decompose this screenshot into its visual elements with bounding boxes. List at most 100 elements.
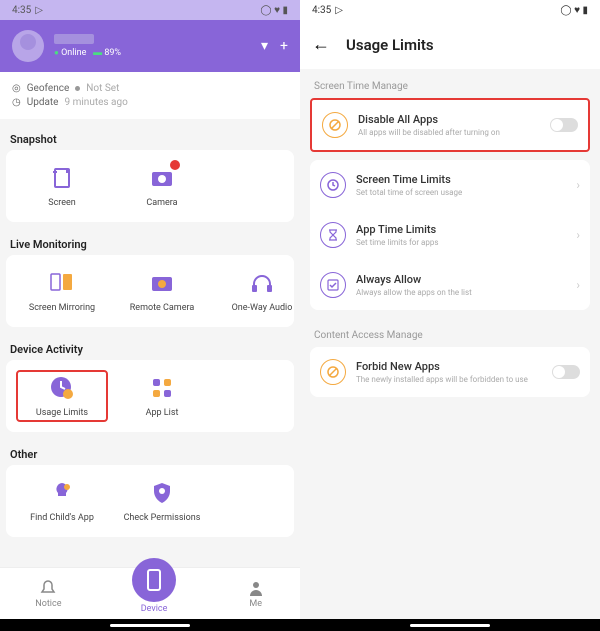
snapshot-camera[interactable]: Camera bbox=[116, 160, 208, 212]
update-value: 9 minutes ago bbox=[65, 97, 128, 108]
snapshot-screen-label: Screen bbox=[48, 198, 76, 208]
dropdown-icon[interactable]: ▾ bbox=[261, 38, 268, 54]
back-icon[interactable]: ← bbox=[312, 34, 330, 55]
row-title: Always Allow bbox=[356, 273, 566, 286]
nav-me-label: Me bbox=[249, 599, 262, 609]
device-usage-limits[interactable]: Usage Limits bbox=[16, 370, 108, 422]
applist-icon bbox=[148, 374, 176, 402]
shield-icon bbox=[148, 479, 176, 507]
other-permissions[interactable]: Check Permissions bbox=[116, 475, 208, 527]
forbid-apps-card: Forbid New Apps The newly installed apps… bbox=[310, 347, 590, 397]
row-title: Forbid New Apps bbox=[356, 360, 542, 373]
avatar[interactable] bbox=[12, 30, 44, 62]
toggle-disable-apps[interactable] bbox=[550, 118, 578, 132]
forbid-icon bbox=[320, 359, 346, 385]
page-title: Usage Limits bbox=[346, 36, 434, 54]
row-app-time-limits[interactable]: App Time Limits Set time limits for apps… bbox=[310, 210, 590, 260]
chevron-right-icon: › bbox=[576, 278, 580, 292]
status-icons: ◯ ♥ ▮ bbox=[260, 5, 288, 16]
status-time-right: 4:35 bbox=[312, 5, 331, 16]
device-applist-label: App List bbox=[146, 408, 179, 418]
nav-me[interactable]: Me bbox=[247, 579, 265, 609]
nav-notice-label: Notice bbox=[35, 599, 61, 609]
camera-icon bbox=[148, 164, 176, 192]
row-sub: Always allow the apps on the list bbox=[356, 288, 566, 297]
row-title: Disable All Apps bbox=[358, 113, 540, 126]
row-title: App Time Limits bbox=[356, 223, 566, 236]
section-screen-time: Screen Time Manage bbox=[300, 69, 600, 98]
section-title-device: Device Activity bbox=[6, 335, 294, 360]
device-card: Usage Limits App List bbox=[6, 360, 294, 432]
row-sub: The newly installed apps will be forbidd… bbox=[356, 375, 542, 384]
other-permissions-label: Check Permissions bbox=[124, 513, 201, 523]
section-title-live: Live Monitoring bbox=[6, 230, 294, 255]
nav-bar-bottom bbox=[0, 619, 300, 631]
home-indicator[interactable] bbox=[110, 624, 190, 627]
row-disable-apps[interactable]: Disable All Apps All apps will be disabl… bbox=[312, 100, 588, 150]
time-limits-card: Screen Time Limits Set total time of scr… bbox=[310, 160, 590, 310]
hourglass-icon bbox=[320, 222, 346, 248]
status-bar-right: 4:35 ▷ ◯ ♥ ▮ bbox=[300, 0, 600, 20]
lightbulb-icon bbox=[48, 479, 76, 507]
row-sub: Set total time of screen usage bbox=[356, 188, 566, 197]
section-content-access: Content Access Manage bbox=[300, 318, 600, 347]
online-label: Online bbox=[61, 48, 86, 58]
home-indicator[interactable] bbox=[410, 624, 490, 627]
geofence-label: Geofence bbox=[27, 83, 70, 94]
geofence-value: Not Set bbox=[86, 83, 119, 94]
row-screen-time-limits[interactable]: Screen Time Limits Set total time of scr… bbox=[310, 160, 590, 210]
toggle-forbid-apps[interactable] bbox=[552, 365, 580, 379]
live-audio[interactable]: One-Way Audio bbox=[216, 265, 300, 317]
phone-icon bbox=[145, 568, 163, 592]
row-title: Screen Time Limits bbox=[356, 173, 566, 186]
profile-name-redacted bbox=[54, 34, 94, 44]
clock-icon bbox=[320, 172, 346, 198]
update-label: Update bbox=[27, 97, 59, 108]
geofence-icon: ◎ bbox=[12, 83, 21, 94]
dot-icon bbox=[75, 86, 80, 91]
other-findapp-label: Find Child's App bbox=[30, 513, 94, 523]
other-findapp[interactable]: Find Child's App bbox=[16, 475, 108, 527]
row-forbid-apps[interactable]: Forbid New Apps The newly installed apps… bbox=[310, 347, 590, 397]
online-dot-icon: ● bbox=[54, 48, 59, 57]
screen-icon bbox=[48, 164, 76, 192]
geofence-row[interactable]: ◎ Geofence Not Set bbox=[12, 83, 288, 94]
live-mirroring[interactable]: Screen Mirroring bbox=[16, 265, 108, 317]
row-sub: Set time limits for apps bbox=[356, 238, 566, 247]
section-title-snapshot: Snapshot bbox=[6, 125, 294, 150]
left-screen: 4:35▷ ◯ ♥ ▮ ● Online ▬ 89% ▾ + ◎ Geofenc… bbox=[0, 0, 300, 631]
snapshot-screen[interactable]: Screen bbox=[16, 160, 108, 212]
nav-device[interactable] bbox=[132, 558, 176, 602]
main-content: Snapshot Screen Camera Live Monitoring S… bbox=[0, 119, 300, 567]
snapshot-card: Screen Camera bbox=[6, 150, 294, 222]
page-header: ← Usage Limits bbox=[300, 20, 600, 69]
chevron-right-icon: › bbox=[576, 228, 580, 242]
add-icon[interactable]: + bbox=[280, 38, 288, 54]
live-mirroring-label: Screen Mirroring bbox=[29, 303, 95, 313]
status-icons-right: ◯ ♥ ▮ bbox=[560, 5, 588, 16]
chevron-right-icon: › bbox=[576, 178, 580, 192]
live-camera[interactable]: Remote Camera bbox=[116, 265, 208, 317]
section-title-other: Other bbox=[6, 440, 294, 465]
disable-icon bbox=[322, 112, 348, 138]
clock-icon: ◷ bbox=[12, 97, 21, 108]
device-applist[interactable]: App List bbox=[116, 370, 208, 422]
status-bar: 4:35▷ ◯ ♥ ▮ bbox=[0, 0, 300, 20]
play-icon: ▷ bbox=[335, 5, 343, 16]
device-usage-limits-label: Usage Limits bbox=[36, 408, 88, 418]
nav-bar-bottom-right bbox=[300, 619, 600, 631]
battery-value: 89% bbox=[104, 48, 121, 58]
headphones-icon bbox=[248, 269, 276, 297]
nav-device-label: Device bbox=[141, 604, 168, 614]
row-sub: All apps will be disabled after turning … bbox=[358, 128, 540, 137]
nav-notice[interactable]: Notice bbox=[35, 579, 61, 609]
remote-camera-icon bbox=[148, 269, 176, 297]
other-card: Find Child's App Check Permissions bbox=[6, 465, 294, 537]
row-always-allow[interactable]: Always Allow Always allow the apps on th… bbox=[310, 260, 590, 310]
right-screen: 4:35 ▷ ◯ ♥ ▮ ← Usage Limits Screen Time M… bbox=[300, 0, 600, 631]
person-icon bbox=[247, 579, 265, 597]
battery-icon: ▬ bbox=[93, 48, 102, 58]
info-rows: ◎ Geofence Not Set ◷ Update 9 minutes ag… bbox=[0, 72, 300, 119]
update-row[interactable]: ◷ Update 9 minutes ago bbox=[12, 97, 288, 108]
snapshot-camera-label: Camera bbox=[146, 198, 177, 208]
